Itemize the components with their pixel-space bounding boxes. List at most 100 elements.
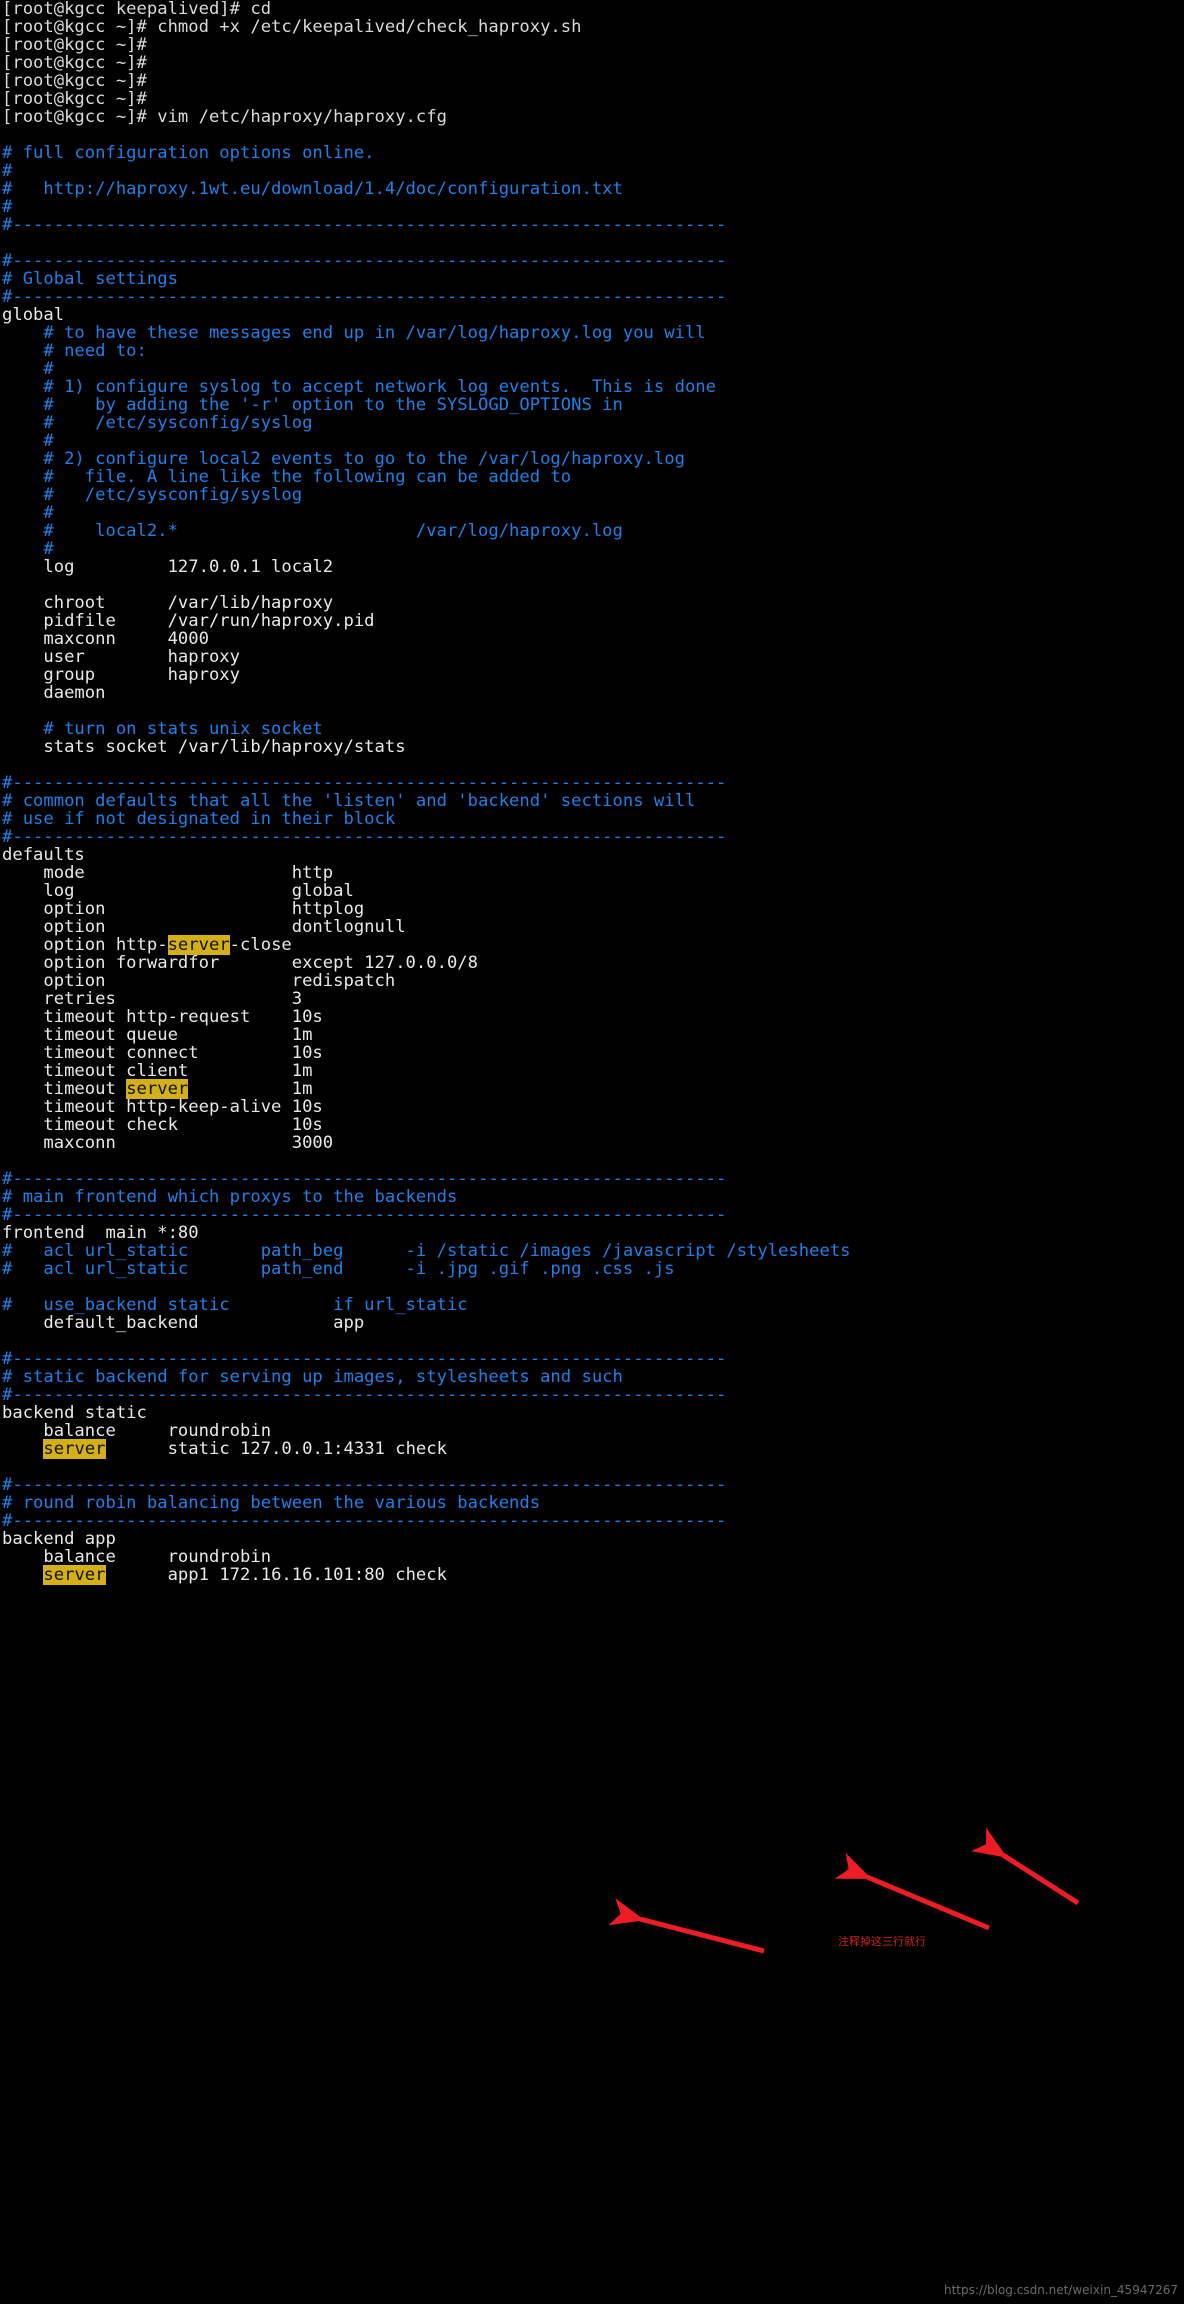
config-comment-line[interactable]: # 1) configure syslog to accept network …: [0, 378, 1184, 396]
config-blank-line[interactable]: [0, 126, 1184, 144]
search-match-highlight: server: [43, 1565, 106, 1585]
search-match-highlight: server: [167, 935, 230, 955]
config-directive-line[interactable]: maxconn 3000: [0, 1134, 1184, 1152]
config-blank-line[interactable]: [0, 1332, 1184, 1350]
config-comment-line[interactable]: # acl url_static path_beg -i /static /im…: [0, 1242, 1184, 1260]
config-line-with-search-match[interactable]: option http-server-close: [0, 935, 1184, 955]
config-directive-line[interactable]: option dontlognull: [0, 918, 1184, 936]
red-arrow-1: [971, 1827, 1080, 1906]
config-comment-line[interactable]: #: [0, 162, 1184, 180]
config-comment-line[interactable]: #---------------------------------------…: [0, 1350, 1184, 1368]
config-line-with-search-match[interactable]: server static 127.0.0.1:4331 check: [0, 1439, 1184, 1459]
config-directive-line[interactable]: frontend main *:80: [0, 1224, 1184, 1242]
config-blank-line[interactable]: [0, 702, 1184, 720]
config-directive-line[interactable]: retries 3: [0, 990, 1184, 1008]
config-comment-line[interactable]: # by adding the '-r' option to the SYSLO…: [0, 396, 1184, 414]
config-comment-line[interactable]: #---------------------------------------…: [0, 1386, 1184, 1404]
config-directive-line[interactable]: backend static: [0, 1404, 1184, 1422]
shell-line: [root@kgcc ~]#: [2, 71, 147, 91]
config-comment-line[interactable]: #---------------------------------------…: [0, 216, 1184, 234]
config-directive-line[interactable]: user haproxy: [0, 648, 1184, 666]
config-blank-line[interactable]: [0, 576, 1184, 594]
red-arrow-2: [834, 1852, 990, 1931]
config-comment-line[interactable]: # static backend for serving up images, …: [0, 1368, 1184, 1386]
config-comment-line[interactable]: # common defaults that all the 'listen' …: [0, 792, 1184, 810]
config-comment-line[interactable]: #: [0, 504, 1184, 522]
config-comment-line[interactable]: # http://haproxy.1wt.eu/download/1.4/doc…: [0, 180, 1184, 198]
config-comment-line[interactable]: #: [0, 198, 1184, 216]
config-comment-line[interactable]: # round robin balancing between the vari…: [0, 1494, 1184, 1512]
config-comment-line[interactable]: # turn on stats unix socket: [0, 720, 1184, 738]
config-directive-line[interactable]: timeout http-keep-alive 10s: [0, 1098, 1184, 1116]
shell-line: [root@kgcc ~]#: [2, 53, 147, 73]
config-comment-line[interactable]: #---------------------------------------…: [0, 1476, 1184, 1494]
shell-line: [root@kgcc keepalived]# cd: [2, 0, 272, 19]
config-directive-line[interactable]: option redispatch: [0, 972, 1184, 990]
config-directive-line[interactable]: chroot /var/lib/haproxy: [0, 594, 1184, 612]
config-comment-line[interactable]: # local2.* /var/log/haproxy.log: [0, 522, 1184, 540]
csdn-blog-watermark: https://blog.csdn.net/weixin_45947267: [943, 2283, 1178, 2297]
config-directive-line[interactable]: log global: [0, 882, 1184, 900]
config-comment-line[interactable]: # acl url_static path_end -i .jpg .gif .…: [0, 1260, 1184, 1278]
search-match-highlight: server: [43, 1439, 106, 1459]
config-directive-line[interactable]: maxconn 4000: [0, 630, 1184, 648]
shell-line: [root@kgcc ~]#: [2, 35, 147, 55]
config-line-with-search-match[interactable]: timeout server 1m: [0, 1079, 1184, 1099]
shell-line: [root@kgcc ~]# vim /etc/haproxy/haproxy.…: [2, 107, 447, 127]
config-comment-line[interactable]: # need to:: [0, 342, 1184, 360]
config-directive-line[interactable]: backend app: [0, 1530, 1184, 1548]
config-comment-line[interactable]: #---------------------------------------…: [0, 1206, 1184, 1224]
config-comment-line[interactable]: # 2) configure local2 events to go to th…: [0, 450, 1184, 468]
config-directive-line[interactable]: defaults: [0, 846, 1184, 864]
config-comment-line[interactable]: #---------------------------------------…: [0, 774, 1184, 792]
config-comment-line[interactable]: #---------------------------------------…: [0, 828, 1184, 846]
config-comment-line[interactable]: #---------------------------------------…: [0, 288, 1184, 306]
config-directive-line[interactable]: stats socket /var/lib/haproxy/stats: [0, 738, 1184, 756]
config-blank-line[interactable]: [0, 1458, 1184, 1476]
config-blank-line[interactable]: [0, 1278, 1184, 1296]
config-directive-line[interactable]: timeout connect 10s: [0, 1044, 1184, 1062]
search-match-highlight: server: [126, 1079, 189, 1099]
config-blank-line[interactable]: [0, 756, 1184, 774]
config-directive-line[interactable]: balance roundrobin: [0, 1548, 1184, 1566]
shell-line: [root@kgcc ~]#: [2, 89, 147, 109]
config-comment-line[interactable]: #: [0, 540, 1184, 558]
config-comment-line[interactable]: #---------------------------------------…: [0, 1512, 1184, 1530]
vim-editor-buffer[interactable]: # full configuration options online. # # h…: [0, 126, 1184, 1585]
chinese-annotation-note: 注释掉这三行就行: [838, 1935, 926, 1948]
config-directive-line[interactable]: daemon: [0, 684, 1184, 702]
config-comment-line[interactable]: # use if not designated in their block: [0, 810, 1184, 828]
terminal-window[interactable]: [root@kgcc keepalived]# cd [root@kgcc ~]#…: [0, 0, 1184, 2304]
config-comment-line[interactable]: # full configuration options online.: [0, 144, 1184, 162]
config-comment-line[interactable]: # Global settings: [0, 270, 1184, 288]
shell-line: [root@kgcc ~]# chmod +x /etc/keepalived/…: [2, 17, 582, 37]
config-directive-line[interactable]: timeout http-request 10s: [0, 1008, 1184, 1026]
red-arrow-3: [608, 1898, 765, 1954]
config-directive-line[interactable]: global: [0, 306, 1184, 324]
config-directive-line[interactable]: pidfile /var/run/haproxy.pid: [0, 612, 1184, 630]
config-comment-line[interactable]: #: [0, 360, 1184, 378]
config-directive-line[interactable]: balance roundrobin: [0, 1422, 1184, 1440]
shell-output-region: [root@kgcc keepalived]# cd [root@kgcc ~]#…: [0, 0, 1184, 126]
config-directive-line[interactable]: group haproxy: [0, 666, 1184, 684]
config-directive-line[interactable]: option httplog: [0, 900, 1184, 918]
config-directive-line[interactable]: timeout client 1m: [0, 1062, 1184, 1080]
config-comment-line[interactable]: #---------------------------------------…: [0, 252, 1184, 270]
config-line-with-search-match[interactable]: server app1 172.16.16.101:80 check: [0, 1565, 1184, 1585]
config-blank-line[interactable]: [0, 234, 1184, 252]
config-directive-line[interactable]: log 127.0.0.1 local2: [0, 558, 1184, 576]
config-comment-line[interactable]: #: [0, 432, 1184, 450]
config-directive-line[interactable]: mode http: [0, 864, 1184, 882]
config-comment-line[interactable]: # to have these messages end up in /var/…: [0, 324, 1184, 342]
config-comment-line[interactable]: # use_backend static if url_static: [0, 1296, 1184, 1314]
config-comment-line[interactable]: # main frontend which proxys to the back…: [0, 1188, 1184, 1206]
config-comment-line[interactable]: # file. A line like the following can be…: [0, 468, 1184, 486]
config-directive-line[interactable]: timeout queue 1m: [0, 1026, 1184, 1044]
config-directive-line[interactable]: timeout check 10s: [0, 1116, 1184, 1134]
config-directive-line[interactable]: option forwardfor except 127.0.0.0/8: [0, 954, 1184, 972]
config-comment-line[interactable]: # /etc/sysconfig/syslog: [0, 486, 1184, 504]
config-directive-line[interactable]: default_backend app: [0, 1314, 1184, 1332]
config-blank-line[interactable]: [0, 1152, 1184, 1170]
config-comment-line[interactable]: #---------------------------------------…: [0, 1170, 1184, 1188]
config-comment-line[interactable]: # /etc/sysconfig/syslog: [0, 414, 1184, 432]
